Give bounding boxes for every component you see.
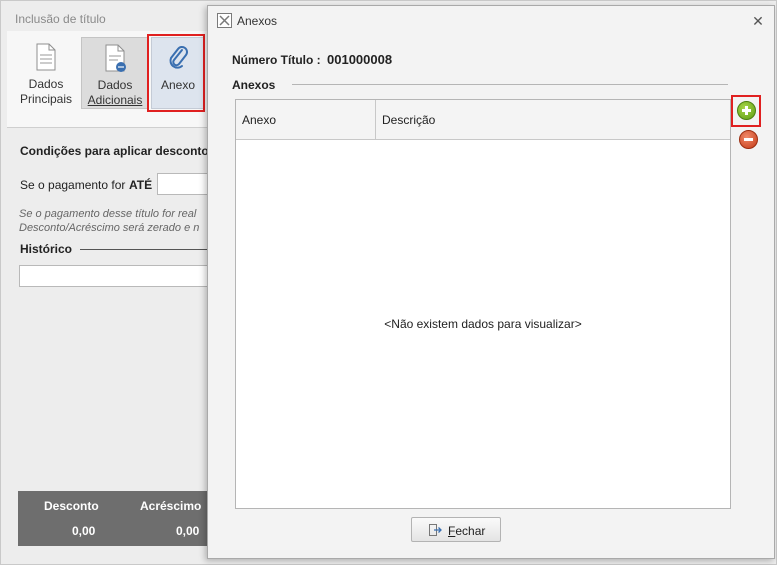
historico-divider xyxy=(80,249,208,250)
historico-label: Histórico xyxy=(20,242,73,256)
dados-principais-button[interactable]: Dados Principais xyxy=(15,37,77,109)
minus-bar xyxy=(744,138,753,141)
acrescimo-label: Acréscimo xyxy=(140,499,202,513)
fechar-button[interactable]: Fechar xyxy=(411,517,501,542)
column-separator[interactable] xyxy=(375,100,376,140)
document-more-icon xyxy=(105,44,126,72)
desconto-label: Desconto xyxy=(44,499,99,513)
anexos-divider xyxy=(292,84,728,85)
grid-header: Anexo Descrição xyxy=(236,100,730,140)
historico-input[interactable] xyxy=(19,265,209,287)
empty-message: <Não existem dados para visualizar> xyxy=(384,317,582,331)
note-line-2: Desconto/Acréscimo será zerado e n xyxy=(19,222,200,234)
close-icon[interactable]: ✕ xyxy=(751,14,765,28)
anexos-dialog: Anexos ✕ Número Título : 001000008 Anexo… xyxy=(207,5,775,559)
payment-if-label: Se o pagamento for xyxy=(20,178,126,192)
dados-adicionais-label-2: Adicionais xyxy=(87,93,143,107)
exit-icon xyxy=(429,524,442,536)
remove-circle-icon[interactable] xyxy=(739,130,758,149)
column-header-descricao[interactable]: Descrição xyxy=(382,113,435,127)
numero-titulo-label: Número Título : xyxy=(232,53,321,67)
conditions-title: Condições para aplicar desconto/a xyxy=(20,144,208,158)
window-title: Inclusão de título xyxy=(15,12,106,26)
add-circle-icon[interactable] xyxy=(737,101,756,120)
ate-label: ATÉ xyxy=(129,178,153,192)
document-icon xyxy=(36,43,56,71)
numero-titulo-value: 001000008 xyxy=(327,52,393,67)
dados-adicionais-label-1: Dados xyxy=(97,78,133,92)
dados-principais-label-2: Principais xyxy=(19,92,73,106)
date-input[interactable] xyxy=(157,173,209,195)
fechar-label: Fechar xyxy=(448,524,485,538)
dados-principais-label-1: Dados xyxy=(28,77,64,91)
totals-panel: Desconto Acréscimo 0,00 0,00 xyxy=(18,491,208,546)
fechar-label-rest: echar xyxy=(455,524,486,538)
acrescimo-value: 0,00 xyxy=(176,524,200,538)
desconto-value: 0,00 xyxy=(72,524,96,538)
anexo-highlight xyxy=(147,34,205,112)
plus-vertical xyxy=(745,106,748,115)
dialog-title: Anexos xyxy=(237,14,278,28)
payment-note: Se o pagamento desse título for real Des… xyxy=(19,207,209,235)
app-icon xyxy=(217,13,232,28)
dados-adicionais-button[interactable]: Dados Adicionais xyxy=(81,37,149,109)
column-header-anexo[interactable]: Anexo xyxy=(242,113,276,127)
note-line-1: Se o pagamento desse título for real xyxy=(19,208,197,220)
anexos-grid[interactable]: Anexo Descrição <Não existem dados para … xyxy=(235,99,731,509)
anexos-section-label: Anexos xyxy=(232,78,276,92)
